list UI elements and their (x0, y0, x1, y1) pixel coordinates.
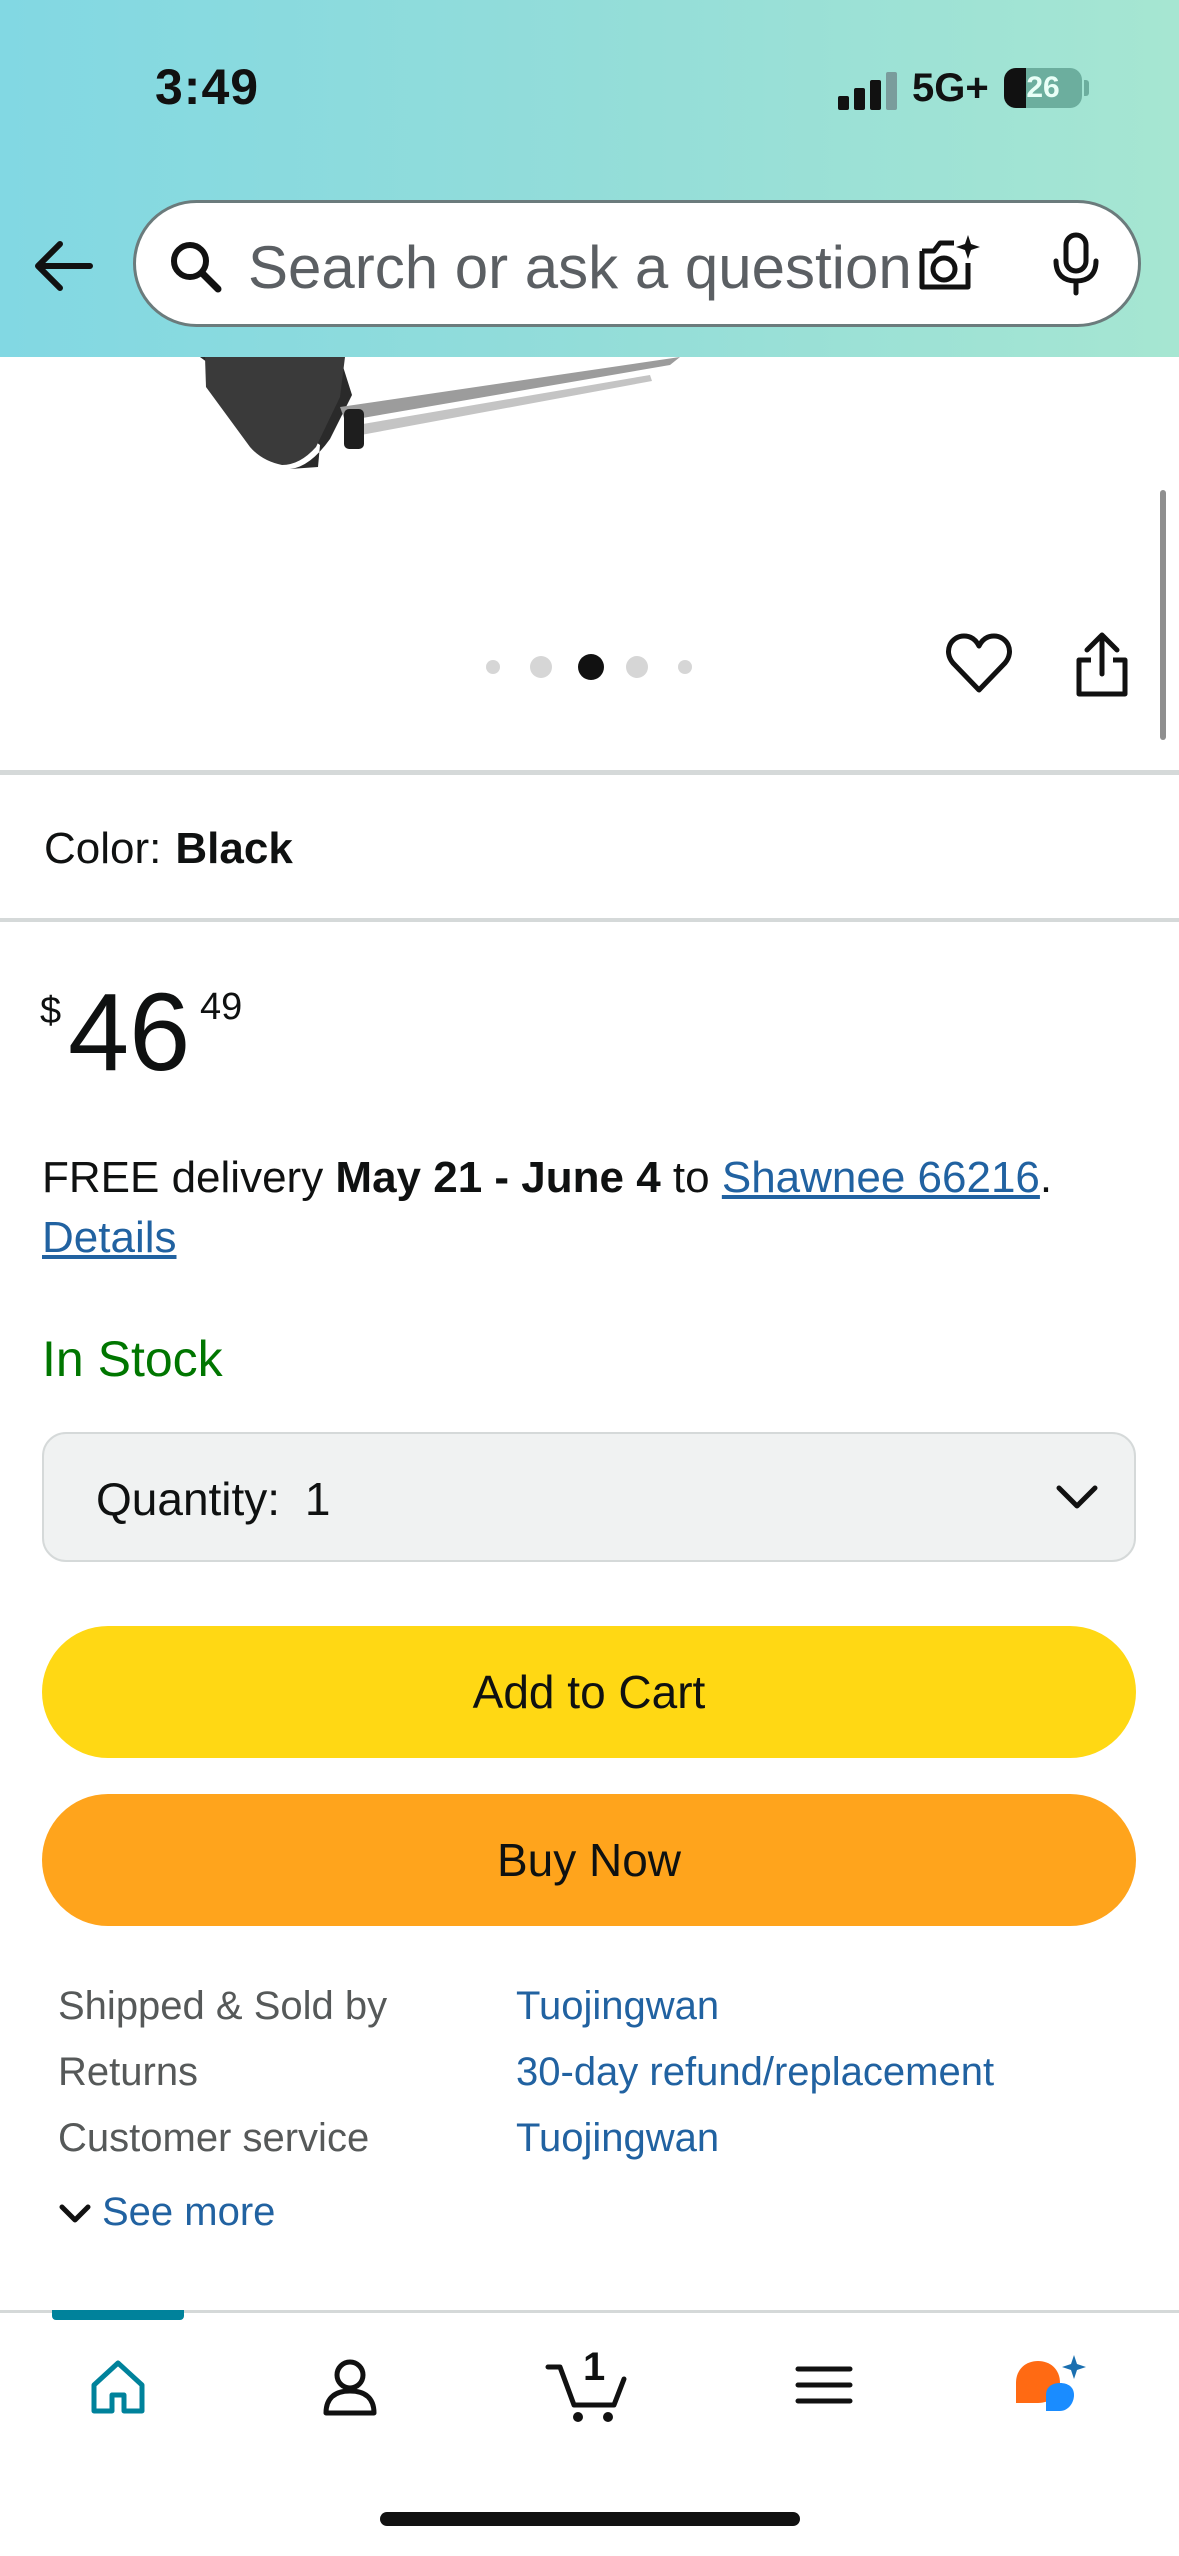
header: 3:49 5G+ 26 Search or ask a question (0, 0, 1179, 357)
camera-search-icon[interactable] (914, 231, 980, 297)
chevron-down-icon (1056, 1485, 1098, 1509)
back-arrow-icon (35, 241, 93, 291)
nav-active-indicator (52, 2310, 184, 2320)
search-input[interactable]: Search or ask a question (248, 233, 948, 302)
network-type: 5G+ (912, 66, 989, 110)
delivery-location-link[interactable]: Shawnee 66216 (722, 1153, 1040, 1202)
see-more-link[interactable]: See more (58, 2190, 275, 2235)
carousel-dot[interactable] (626, 656, 648, 678)
color-label: Color: (44, 824, 162, 873)
battery-level: 26 (1026, 71, 1060, 104)
delivery-info: FREE delivery May 21 - June 4 to Shawnee… (42, 1148, 1152, 1268)
carousel-dot[interactable] (486, 660, 500, 674)
home-icon[interactable] (86, 2355, 150, 2419)
info-label: Shipped & Sold by (58, 1984, 388, 2028)
cellular-signal-icon (838, 72, 900, 110)
quantity-text: Quantity: 1 (96, 1472, 330, 1526)
carousel-dot[interactable] (678, 660, 692, 674)
info-label: Customer service (58, 2116, 370, 2160)
delivery-dates: May 21 - June 4 (335, 1153, 661, 1202)
account-icon[interactable] (318, 2355, 382, 2419)
product-photo (200, 357, 680, 469)
search-bar[interactable]: Search or ask a question (133, 200, 1141, 327)
heart-icon[interactable] (945, 630, 1013, 696)
share-icon[interactable] (1073, 630, 1131, 700)
menu-icon[interactable] (794, 2355, 854, 2415)
carousel-dot-active[interactable] (578, 654, 604, 680)
back-button[interactable] (30, 230, 102, 302)
quantity-label: Quantity: (96, 1473, 281, 1525)
rufus-icon[interactable] (1012, 2355, 1092, 2425)
microphone-icon[interactable] (1046, 231, 1106, 297)
image-carousel-dots[interactable] (482, 652, 712, 680)
delivery-prefix: FREE delivery (42, 1153, 336, 1202)
home-indicator[interactable] (380, 2512, 800, 2526)
status-time: 3:49 (155, 59, 260, 115)
add-to-cart-button[interactable]: Add to Cart (42, 1626, 1136, 1758)
scrollbar[interactable] (1160, 490, 1166, 740)
section-divider (0, 918, 1179, 922)
price-whole: 46 (68, 971, 191, 1094)
cart-count-badge: 1 (583, 2345, 606, 2389)
see-more-label: See more (102, 2190, 276, 2234)
quantity-value: 1 (304, 1473, 331, 1525)
buy-now-button[interactable]: Buy Now (42, 1794, 1136, 1926)
color-value: Black (175, 824, 293, 873)
color-selector[interactable]: Color: Black (44, 824, 293, 874)
section-divider (0, 770, 1179, 775)
product-image[interactable] (0, 357, 1179, 767)
battery-cap (1084, 80, 1089, 96)
customer-service-link[interactable]: Tuojingwan (516, 2116, 719, 2161)
battery-icon: 26 (1004, 68, 1082, 108)
seller-link[interactable]: Tuojingwan (516, 1984, 719, 2029)
returns-link[interactable]: 30-day refund/replacement (516, 2050, 994, 2095)
info-label: Returns (58, 2050, 199, 2094)
delivery-details-link[interactable]: Details (42, 1213, 177, 1262)
search-icon (171, 242, 222, 293)
stock-status: In Stock (42, 1331, 223, 1387)
delivery-to: to (660, 1153, 722, 1202)
quantity-dropdown[interactable]: Quantity: 1 (42, 1432, 1136, 1562)
chevron-down-icon (59, 2204, 91, 2223)
price-fraction: 49 (200, 986, 243, 1028)
delivery-period: . (1039, 1153, 1053, 1202)
price-symbol: $ (40, 990, 62, 1032)
carousel-dot[interactable] (530, 656, 552, 678)
